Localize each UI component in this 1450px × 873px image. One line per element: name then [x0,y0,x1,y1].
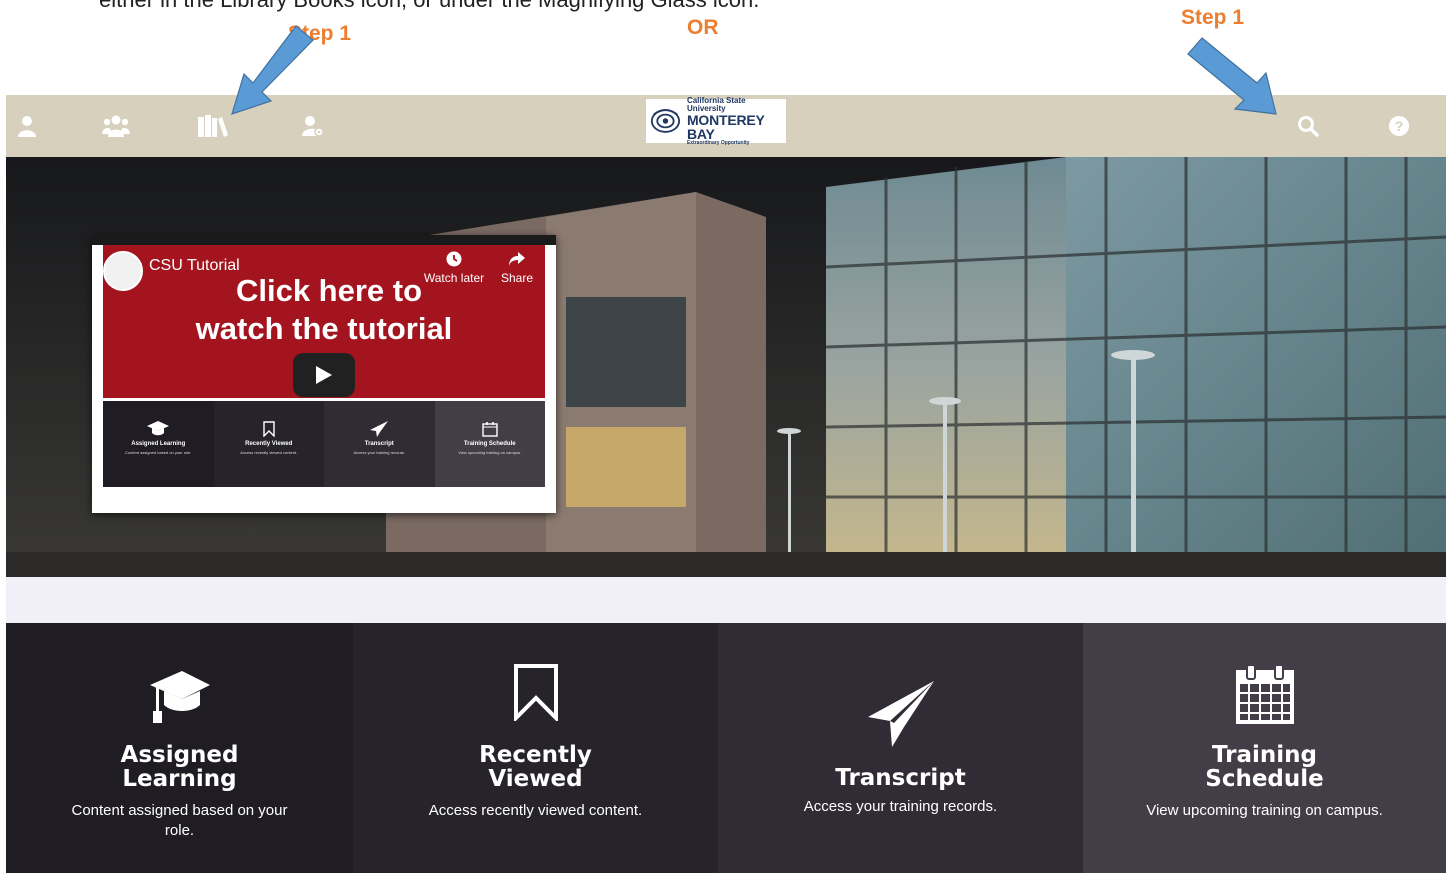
search-icon[interactable] [1291,109,1325,143]
tile-description: Access your training records. [803,798,998,815]
tile-training-schedule[interactable]: Training Schedule View upcoming training… [1083,623,1446,873]
mini-tile-recent: Recently Viewed Access recently viewed c… [213,401,324,487]
paper-plane-icon [867,681,934,747]
tile-description: View upcoming training on campus. [1146,802,1383,819]
graduation-cap-icon [147,421,170,436]
video-top-bar [92,235,556,245]
otter-seal-icon [650,109,681,133]
mini-tile-title: Recently Viewed [245,441,293,447]
video-headline-line2: watch the tutorial [195,311,453,346]
tile-title-line2: Learning [122,766,237,792]
mini-tile-desc: Access recently viewed content. [240,449,298,455]
csumb-logo[interactable]: California State University MONTEREY BAY… [646,95,786,146]
users-group-icon[interactable] [99,109,133,143]
video-preview-tiles: Assigned Learning Content assigned based… [103,401,545,487]
tile-title-line1: Transcript [835,765,966,791]
step1-label-left: Step 1 [288,22,352,45]
mini-tile-desc: Content assigned based on your role. [125,449,192,455]
bookmark-icon [513,664,558,721]
graduation-cap-icon [149,671,210,723]
paper-plane-icon [370,421,389,437]
or-label: OR [687,16,719,39]
top-navbar: California State University MONTEREY BAY… [6,95,1446,157]
tile-title-line1: Training [1211,742,1317,768]
tile-description: Access recently viewed content. [428,802,643,819]
library-books-icon[interactable] [196,109,230,143]
calendar-icon [482,422,498,437]
bookmark-icon [263,421,275,437]
play-button[interactable] [293,353,355,397]
share-arrow-icon [509,252,525,266]
tutorial-video[interactable]: CSU Tutorial Watch later Share Click her… [92,235,556,513]
mini-tile-desc: View upcoming training on campus. [458,449,522,455]
mini-tile-title: Transcript [364,441,394,447]
tile-transcript[interactable]: Transcript Access your training records. [718,623,1083,873]
mini-tile-title: Assigned Learning [131,441,186,447]
tile-title-line1: Assigned [120,742,239,768]
mini-tile-schedule: Training Schedule View upcoming training… [434,401,545,487]
step1-label-right: Step 1 [1181,6,1245,29]
svg-text:?: ? [1395,118,1404,134]
mini-tile-transcript: Transcript Access your training records. [324,401,435,487]
mini-tile-desc: Access your training records. [353,449,406,455]
user-settings-icon[interactable] [296,109,330,143]
logo-tagline: Extraordinary Opportunity [686,139,750,146]
hero-banner: CSU Tutorial Watch later Share Click her… [6,157,1446,577]
clock-icon [446,251,462,267]
instruction-text: either in the Library Books icon, or und… [99,0,759,13]
tile-assigned-learning[interactable]: Assigned Learning Content assigned based… [6,623,353,873]
tile-title-line2: Schedule [1205,766,1324,792]
video-thumbnail[interactable]: CSU Tutorial Watch later Share Click her… [103,245,545,398]
user-icon[interactable] [10,109,44,143]
calendar-icon [1235,664,1294,724]
help-icon[interactable]: ? [1382,109,1416,143]
tile-title-line2: Viewed [488,766,583,792]
tile-title-line1: Recently [479,742,592,768]
video-headline-line1: Click here to [235,273,423,308]
mini-tile-assigned: Assigned Learning Content assigned based… [103,401,214,487]
logo-campus-name: MONTEREY BAY [686,111,765,142]
quick-links: Assigned Learning Content assigned based… [6,623,1446,873]
play-icon [316,366,332,384]
tile-description: Content assigned based on your role. [71,802,288,839]
tile-recently-viewed[interactable]: Recently Viewed Access recently viewed c… [353,623,718,873]
mini-tile-title: Training Schedule [463,441,516,447]
logo-university-name: California State University [686,95,746,113]
divider-band [6,577,1446,623]
